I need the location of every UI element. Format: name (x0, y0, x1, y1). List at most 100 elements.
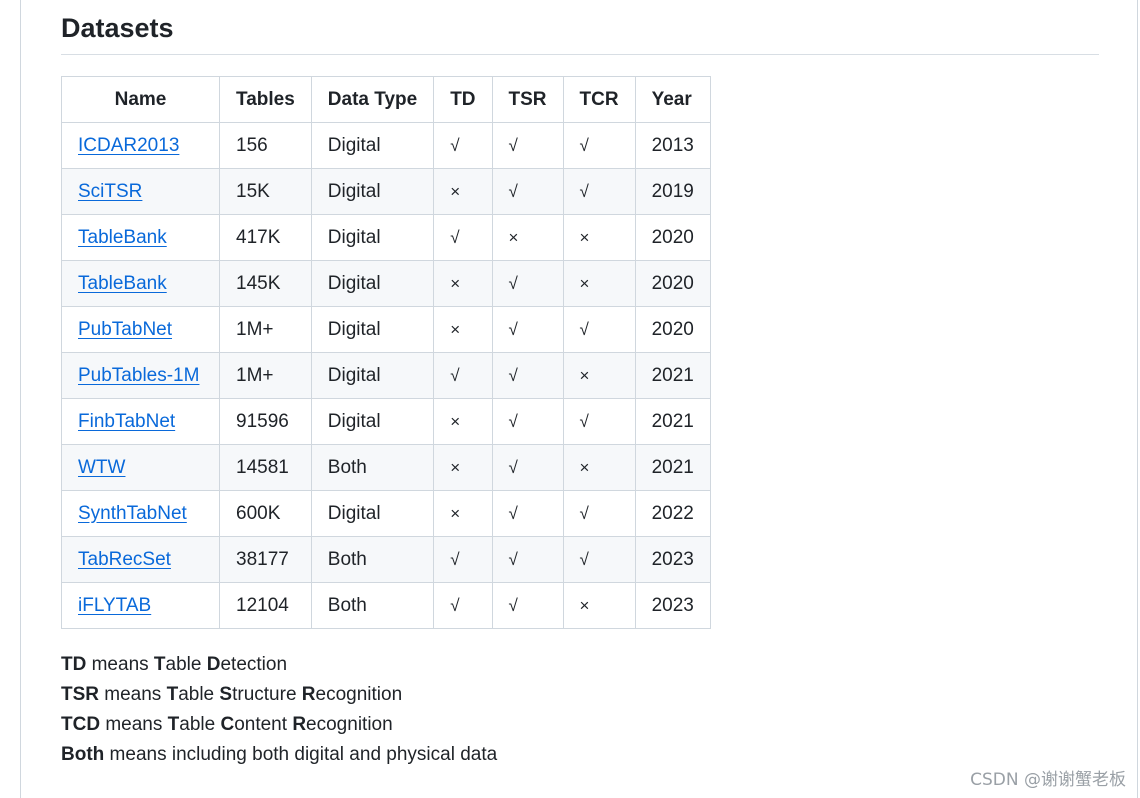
cell-data-type: Digital (310, 352, 435, 399)
note-text: able (179, 714, 221, 735)
notes: TD means Table Detection TSR means Table … (61, 650, 497, 770)
cell-data-type: Digital (310, 260, 435, 307)
cell-tables: 156 (219, 122, 312, 169)
cell-name: iFLYTAB (61, 582, 220, 629)
column-header-tsr: TSR (491, 76, 564, 123)
dataset-link[interactable]: FinbTabNet (78, 411, 175, 432)
cell-tsr-mark: √ (491, 168, 564, 215)
dataset-link[interactable]: TableBank (78, 273, 167, 294)
table-row: ICDAR2013 156 Digital √ √ √ 2013 (61, 122, 711, 169)
table-row: PubTabNet 1M+ Digital × √ √ 2020 (61, 306, 711, 353)
dataset-link[interactable]: WTW (78, 457, 125, 478)
cell-year: 2023 (634, 536, 711, 583)
cell-year: 2020 (634, 306, 711, 353)
dataset-link[interactable]: PubTabNet (78, 319, 172, 340)
dataset-link[interactable]: iFLYTAB (78, 595, 151, 616)
page-border-left (20, 0, 21, 798)
cell-tcr-mark: √ (562, 122, 636, 169)
cell-name: TabRecSet (61, 536, 220, 583)
cell-data-type: Digital (310, 398, 435, 445)
cell-tcr-mark: × (562, 444, 636, 491)
dataset-link[interactable]: SynthTabNet (78, 503, 187, 524)
cell-data-type: Both (310, 536, 435, 583)
csdn-watermark: CSDN @谢谢蟹老板 (970, 770, 1126, 790)
dataset-link[interactable]: ICDAR2013 (78, 135, 179, 156)
cell-tcr-mark: × (562, 214, 636, 261)
note-text: means (100, 714, 168, 735)
cell-year: 2021 (634, 352, 711, 399)
dataset-link[interactable]: PubTables-1M (78, 365, 199, 386)
cell-tsr-mark: √ (491, 582, 564, 629)
cell-year: 2023 (634, 582, 711, 629)
table-row: WTW 14581 Both × √ × 2021 (61, 444, 711, 491)
cell-tcr-mark: √ (562, 306, 636, 353)
note-bold-text: T (167, 714, 180, 735)
note-text: ecognition (315, 684, 403, 705)
note-line: Both means including both digital and ph… (61, 740, 497, 770)
note-bold-text: C (220, 714, 235, 735)
table-row: PubTables-1M 1M+ Digital √ √ × 2021 (61, 352, 711, 399)
cell-data-type: Digital (310, 168, 435, 215)
note-bold-text: T (153, 654, 166, 675)
table-row: FinbTabNet 91596 Digital × √ √ 2021 (61, 398, 711, 445)
cell-name: ICDAR2013 (61, 122, 220, 169)
cell-name: PubTabNet (61, 306, 220, 353)
cell-name: FinbTabNet (61, 398, 220, 445)
cell-data-type: Both (310, 582, 435, 629)
cell-year: 2022 (634, 490, 711, 537)
note-text: ontent (234, 714, 293, 735)
table-row: TableBank 145K Digital × √ × 2020 (61, 260, 711, 307)
dataset-link[interactable]: SciTSR (78, 181, 142, 202)
table-row: SynthTabNet 600K Digital × √ √ 2022 (61, 490, 711, 537)
cell-td-mark: √ (433, 214, 493, 261)
cell-td-mark: × (433, 444, 493, 491)
note-bold-text: Both (61, 744, 105, 765)
cell-tables: 91596 (219, 398, 312, 445)
cell-td-mark: √ (433, 536, 493, 583)
cell-td-mark: × (433, 490, 493, 537)
section-heading: Datasets (61, 0, 1099, 55)
cell-tables: 417K (219, 214, 312, 261)
note-text: means (86, 654, 154, 675)
cell-tables: 14581 (219, 444, 312, 491)
dataset-link[interactable]: TabRecSet (78, 549, 171, 570)
cell-td-mark: × (433, 306, 493, 353)
cell-name: SciTSR (61, 168, 220, 215)
cell-tcr-mark: √ (562, 536, 636, 583)
cell-tsr-mark: √ (491, 352, 564, 399)
note-text: able (178, 684, 220, 705)
column-header-tables: Tables (219, 76, 312, 123)
cell-tsr-mark: √ (491, 444, 564, 491)
note-bold-text: TD (61, 654, 87, 675)
column-header-name: Name (61, 76, 220, 123)
note-text: means (99, 684, 167, 705)
cell-year: 2021 (634, 444, 711, 491)
cell-data-type: Digital (310, 490, 435, 537)
datasets-table: Name Tables Data Type TD TSR TCR Year IC… (61, 76, 711, 629)
cell-name: TableBank (61, 214, 220, 261)
cell-tables: 600K (219, 490, 312, 537)
cell-td-mark: × (433, 168, 493, 215)
note-bold-text: T (166, 684, 179, 705)
cell-year: 2021 (634, 398, 711, 445)
cell-year: 2019 (634, 168, 711, 215)
page-border-right (1137, 0, 1138, 798)
note-text: means including both digital and physica… (104, 744, 498, 765)
cell-year: 2020 (634, 260, 711, 307)
cell-tables: 12104 (219, 582, 312, 629)
column-header-tcr: TCR (562, 76, 636, 123)
cell-tcr-mark: √ (562, 490, 636, 537)
cell-name: PubTables-1M (61, 352, 220, 399)
cell-tcr-mark: × (562, 352, 636, 399)
note-bold-text: S (219, 684, 233, 705)
table-row: SciTSR 15K Digital × √ √ 2019 (61, 168, 711, 215)
dataset-link[interactable]: TableBank (78, 227, 167, 248)
table-body: ICDAR2013 156 Digital √ √ √ 2013 SciTSR 15K Digit… (61, 122, 711, 629)
cell-tsr-mark: √ (491, 398, 564, 445)
cell-td-mark: √ (433, 582, 493, 629)
cell-td-mark: × (433, 398, 493, 445)
note-text: able (165, 654, 207, 675)
page: Datasets Name Tables Data Type TD TSR TC… (0, 0, 1140, 798)
column-header-data-type: Data Type (310, 76, 435, 123)
markdown-content: Datasets Name Tables Data Type TD TSR TC… (61, 0, 1099, 765)
